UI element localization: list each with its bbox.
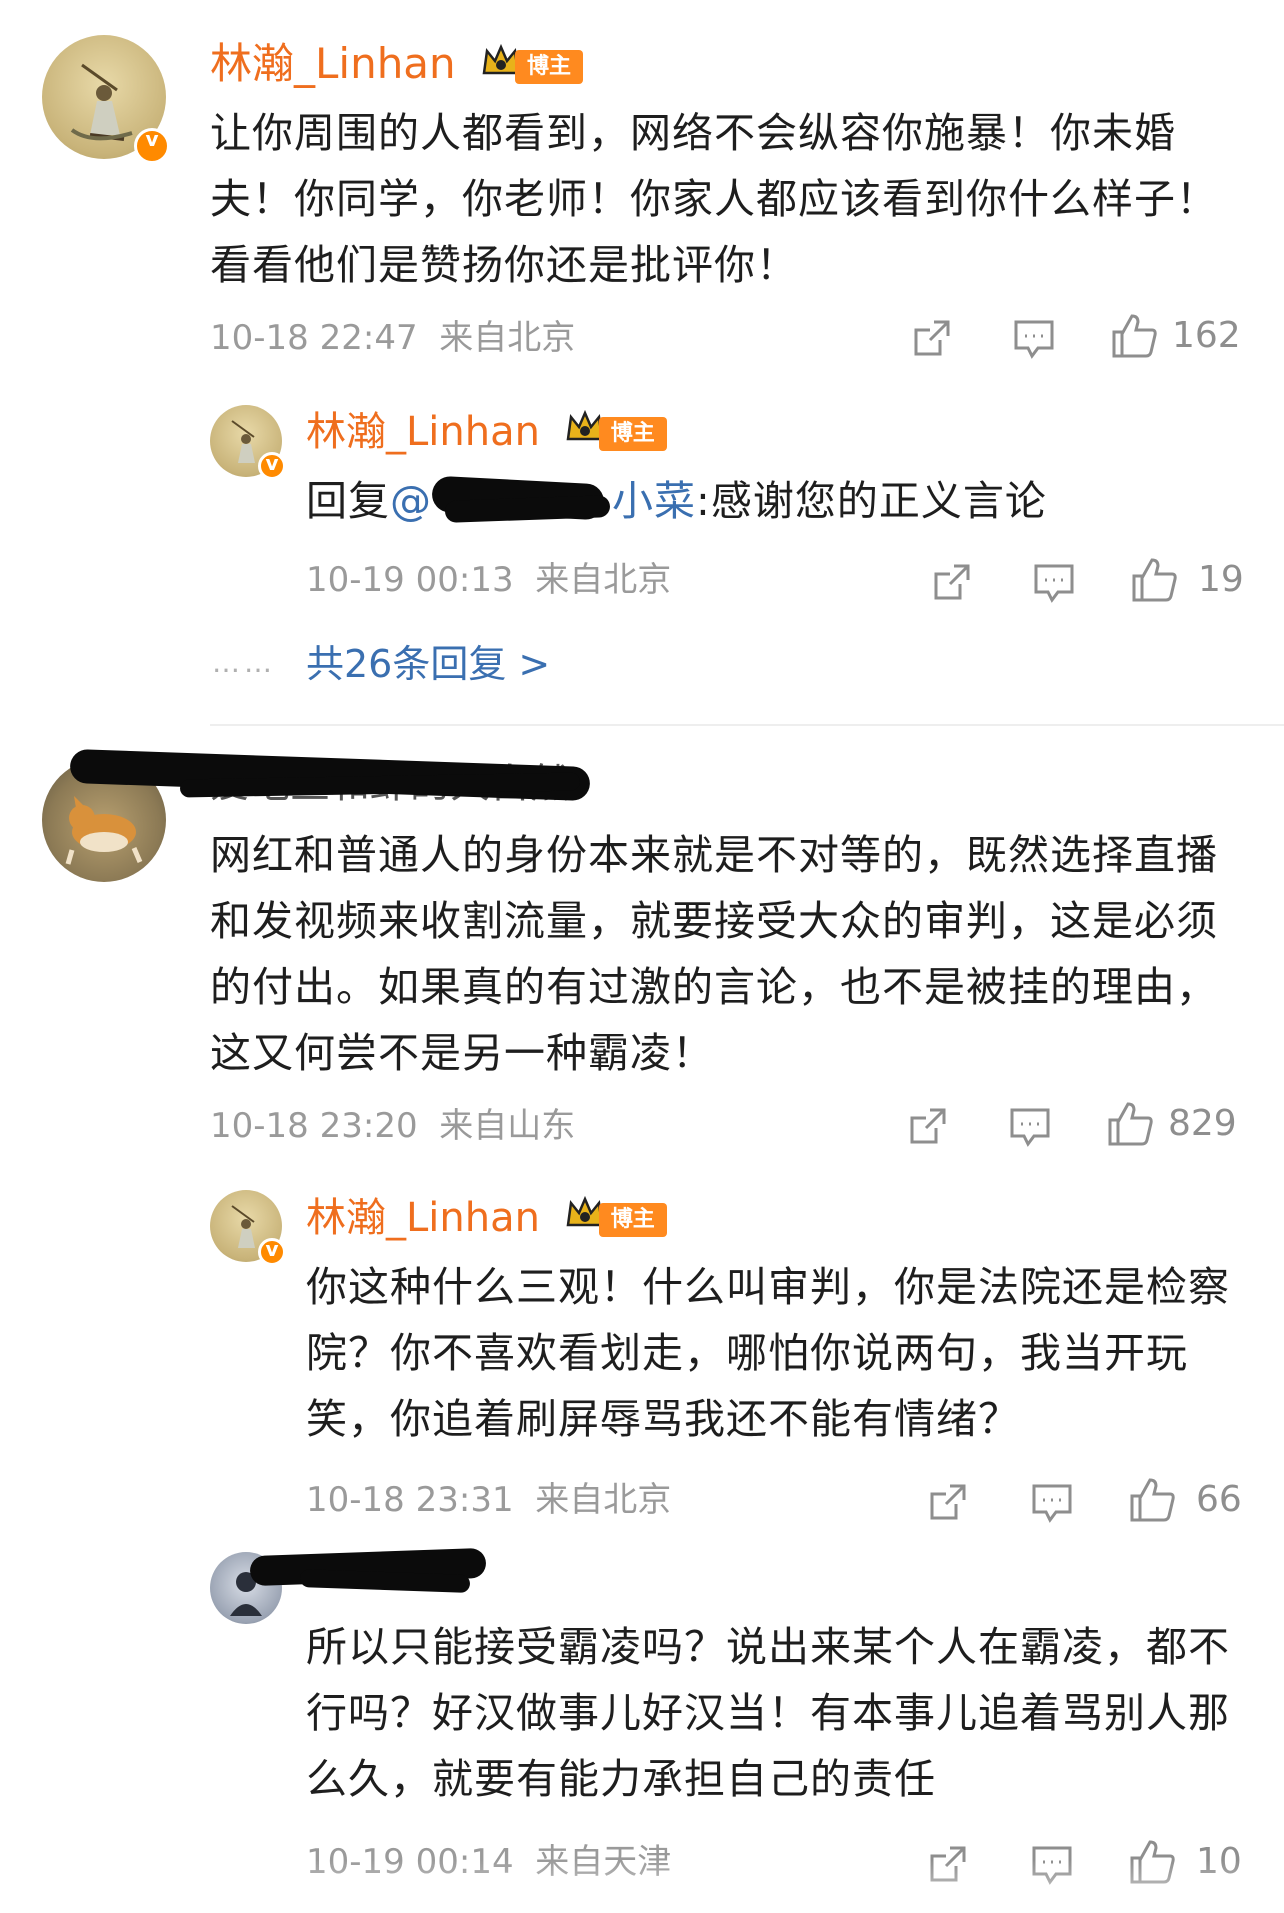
author-name: 林瀚_Linhan [210,39,456,88]
comment-time: 10-18 22:47 [210,318,418,358]
like-icon[interactable] [1110,310,1160,364]
reply-location: 来自北京 [535,1480,672,1520]
share-icon[interactable] [910,316,954,364]
more-replies-link[interactable]: 共26条回复 > [306,640,550,688]
bottom-fade-overlay [0,1860,1284,1913]
reply-meta: 10-19 00:13 来自北京 [306,558,671,602]
share-icon[interactable] [906,1104,950,1152]
comment-text: 让你周围的人都看到，网络不会纵容你施暴！你未婚夫！你同学，你老师！你家人都应该看… [210,109,1218,289]
author-name: 林瀚_Linhan [306,409,540,455]
share-icon[interactable] [926,1480,970,1528]
like-icon[interactable] [1106,1098,1156,1152]
reply-location: 来自北京 [535,560,672,600]
comment-location: 来自北京 [439,318,576,358]
share-icon[interactable] [930,560,974,608]
like-icon[interactable] [1130,554,1180,608]
like-count: 829 [1168,1103,1237,1144]
reply-time: 10-19 00:13 [306,560,514,600]
comment-meta: 10-18 23:20 来自山东 [210,1104,575,1148]
verified-badge-icon [258,1237,286,1266]
more-dots: …… [212,646,276,679]
reply-meta: 10-18 23:31 来自北京 [306,1478,671,1522]
like-count: 162 [1172,315,1241,356]
mention-at: @ [390,477,432,525]
author-name: 林瀚_Linhan [306,1195,540,1241]
reply-author[interactable]: 林瀚_Linhan 博主 [306,406,667,460]
reply-author[interactable]: 林瀚_Linhan 博主 [306,1192,667,1246]
like-count: 66 [1196,1479,1242,1520]
author-badge: 博主 [598,417,667,451]
divider [210,724,1284,726]
reply-text: 你这种什么三观！什么叫审判，你是法院还是检察院？你不喜欢看划走，哪怕你说两句，我… [306,1263,1230,1443]
comment-location: 来自山东 [439,1106,576,1146]
verified-badge-icon [258,451,286,480]
reply-body: :感谢您的正义言论 [696,477,1047,525]
comment-icon[interactable] [1012,316,1056,364]
reply-text: 所以只能接受霸凌吗？说出来某个人在霸凌，都不行吗？好汉做事儿好汉当！有本事儿追着… [306,1623,1230,1803]
like-count: 19 [1198,559,1244,600]
reply-time: 10-18 23:31 [306,1480,514,1520]
author-badge: 博主 [598,1203,667,1237]
comment-author[interactable]: 林瀚_Linhan 博主 [210,38,584,93]
comment-icon[interactable] [1032,560,1076,608]
comment-time: 10-18 23:20 [210,1106,418,1146]
comment-icon[interactable] [1008,1104,1052,1152]
verified-badge-icon [134,127,170,164]
comment-meta: 10-18 22:47 来自北京 [210,316,575,360]
mention-tail: 小菜 [612,477,696,525]
reply-prefix: 回复 [306,477,390,525]
like-icon[interactable] [1128,1474,1178,1528]
author-badge: 博主 [515,49,584,84]
comment-icon[interactable] [1030,1480,1074,1528]
comment-text: 网红和普通人的身份本来就是不对等的，既然选择直播和发视频来收割流量，就要接受大众… [210,831,1218,1077]
